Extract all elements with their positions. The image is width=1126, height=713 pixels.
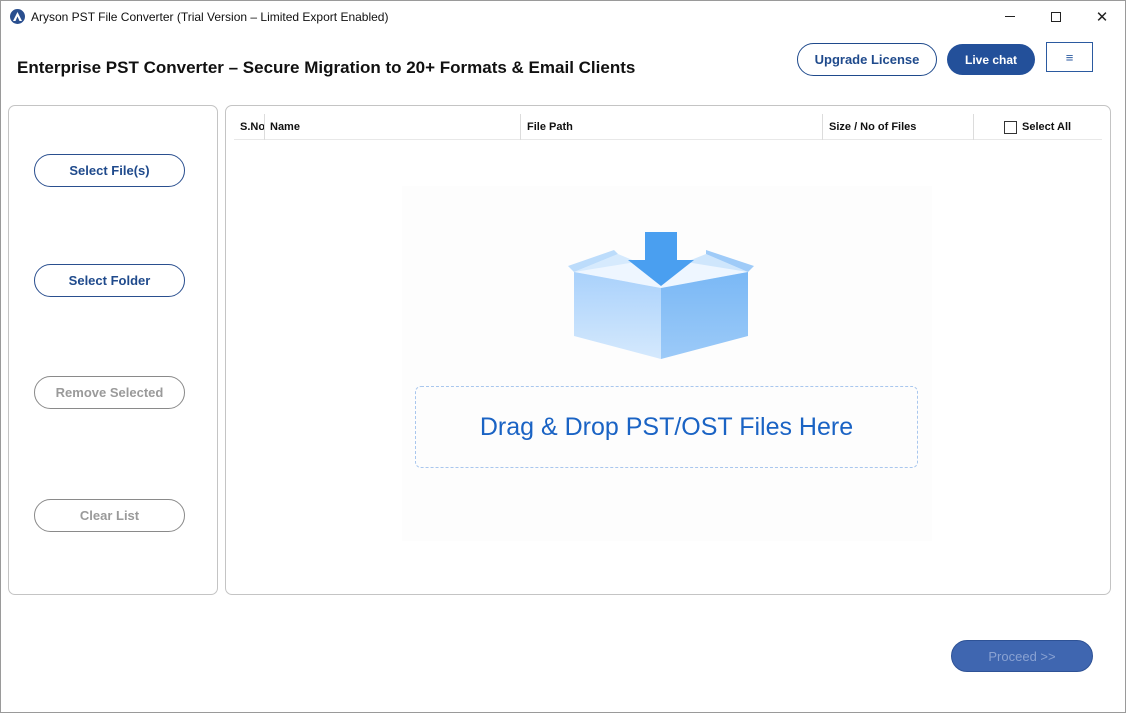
- minimize-icon: [1005, 16, 1015, 17]
- close-icon: ✕: [1095, 8, 1109, 26]
- maximize-icon: [1051, 11, 1061, 22]
- app-window: Aryson PST File Converter (Trial Version…: [0, 0, 1126, 713]
- column-divider: [520, 114, 521, 140]
- hamburger-menu-button[interactable]: ≡: [1046, 42, 1093, 72]
- proceed-button[interactable]: Proceed >>: [951, 640, 1093, 672]
- column-name: Name: [270, 121, 300, 133]
- drop-instruction-text: Drag & Drop PST/OST Files Here: [479, 412, 854, 441]
- file-table-header: S.No Name File Path Size / No of Files S…: [234, 114, 1102, 140]
- live-chat-button[interactable]: Live chat: [947, 44, 1035, 75]
- select-files-button[interactable]: Select File(s): [34, 154, 185, 187]
- column-sno: S.No: [240, 121, 266, 133]
- select-all-label: Select All: [1022, 121, 1072, 133]
- maximize-button[interactable]: [1033, 1, 1079, 32]
- minimize-button[interactable]: [987, 1, 1033, 32]
- hamburger-icon: ≡: [1065, 49, 1074, 65]
- file-list-panel: S.No Name File Path Size / No of Files S…: [225, 105, 1111, 595]
- column-divider: [264, 114, 265, 140]
- clear-list-button[interactable]: Clear List: [34, 499, 185, 532]
- column-size: Size / No of Files: [829, 121, 917, 133]
- column-file-path: File Path: [527, 121, 573, 133]
- select-folder-button[interactable]: Select Folder: [34, 264, 185, 297]
- app-logo-icon: [10, 9, 25, 24]
- action-sidebar: Select File(s) Select Folder Remove Sele…: [8, 105, 218, 595]
- column-divider: [822, 114, 823, 140]
- close-button[interactable]: ✕: [1079, 1, 1125, 32]
- page-title: Enterprise PST Converter – Secure Migrat…: [17, 58, 636, 77]
- drop-target-box[interactable]: Drag & Drop PST/OST Files Here: [415, 386, 918, 468]
- remove-selected-button[interactable]: Remove Selected: [34, 376, 185, 409]
- window-title: Aryson PST File Converter (Trial Version…: [31, 10, 389, 24]
- select-all-checkbox[interactable]: [1004, 120, 1017, 134]
- select-all-control[interactable]: Select All: [1004, 114, 1071, 140]
- column-divider: [973, 114, 974, 140]
- title-bar: Aryson PST File Converter (Trial Version…: [1, 1, 1125, 32]
- download-box-icon: [568, 232, 754, 359]
- upgrade-license-button[interactable]: Upgrade License: [797, 43, 937, 76]
